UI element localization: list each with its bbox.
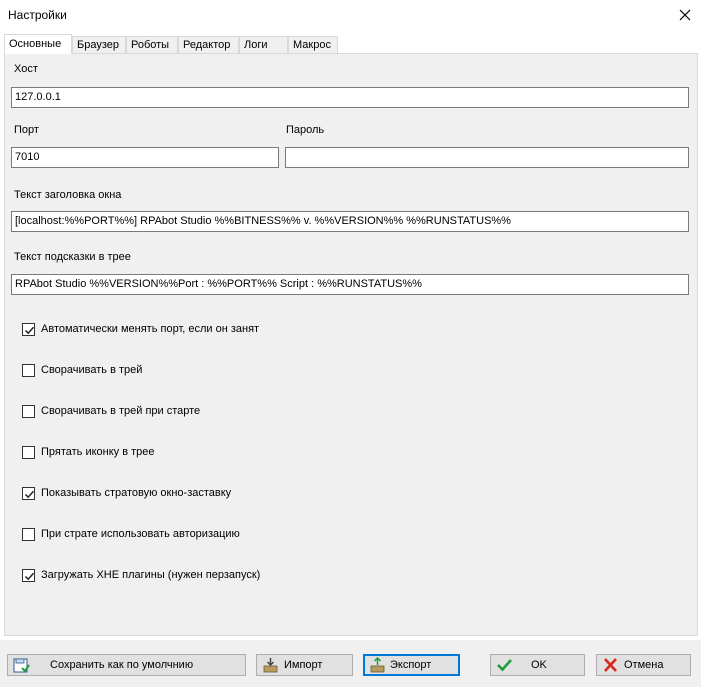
tray-hint-input[interactable]: RPAbot Studio %%VERSION%%Port : %%PORT%%… [11, 274, 689, 295]
window-title-label: Текст заголовка окна [14, 189, 122, 201]
button-label: Сохранить как по умолчнию [50, 659, 194, 671]
button-label: Импорт [284, 659, 323, 671]
checkmark-icon [24, 572, 35, 581]
checkbox-label: Сворачивать в трей [41, 364, 143, 376]
tab-label: Редактор [183, 39, 231, 51]
save-default-icon [13, 658, 30, 673]
check-icon [497, 659, 512, 672]
port-label: Порт [14, 124, 39, 136]
tab-label: Логи [244, 39, 268, 51]
tray-hint-label: Текст подсказки в трее [14, 251, 131, 263]
checkbox-box[interactable] [22, 405, 35, 418]
checkbox-box[interactable] [22, 364, 35, 377]
cancel-icon [604, 658, 617, 672]
checkbox-box[interactable] [22, 569, 35, 582]
checkmark-icon [24, 326, 35, 335]
tab-logs[interactable]: Логи [239, 36, 288, 53]
checkbox-label: Показывать стратовую окно-заставку [41, 487, 232, 499]
checkbox-box[interactable] [22, 487, 35, 500]
checkbox-label: Сворачивать в трей при старте [41, 405, 201, 417]
ok-button[interactable]: OK [490, 654, 585, 676]
checkbox-label: Загружать XHE плагины (нужен перзапуск) [41, 569, 261, 581]
export-icon [370, 657, 385, 673]
checkmark-icon [24, 490, 35, 499]
password-input[interactable] [285, 147, 689, 168]
tab-general[interactable]: Основные [4, 34, 72, 54]
password-label: Пароль [286, 124, 325, 136]
save-as-default-button[interactable]: Сохранить как по умолчнию [7, 654, 246, 676]
tab-panel-general [4, 53, 698, 636]
button-label: OK [531, 659, 547, 671]
tab-strip: Основные Браузер Роботы Редактор Логи Ма… [4, 34, 694, 54]
checkbox-box[interactable] [22, 446, 35, 459]
close-icon [679, 9, 691, 21]
button-label: Отмена [624, 659, 664, 671]
checkbox-box[interactable] [22, 528, 35, 541]
import-icon [263, 658, 278, 673]
close-button[interactable] [672, 4, 698, 26]
checkbox-label: Прятать иконку в трее [41, 446, 155, 458]
tab-editor[interactable]: Редактор [178, 36, 239, 53]
button-label: Экспорт [390, 659, 432, 671]
host-label: Хост [14, 63, 38, 75]
window-title: Настройки [8, 8, 67, 22]
tab-label: Браузер [77, 39, 119, 51]
import-button[interactable]: Импорт [256, 654, 353, 676]
port-input[interactable]: 7010 [11, 147, 279, 168]
tab-browser[interactable]: Браузер [72, 36, 126, 53]
checkbox-box[interactable] [22, 323, 35, 336]
host-input[interactable]: 127.0.0.1 [11, 87, 689, 108]
cancel-button[interactable]: Отмена [596, 654, 691, 676]
window-title-input[interactable]: [localhost:%%PORT%%] RPAbot Studio %%BIT… [11, 211, 689, 232]
checkbox-label: При страте использовать авторизацию [41, 528, 240, 540]
tab-label: Основные [9, 38, 62, 50]
tab-label: Роботы [131, 39, 170, 51]
tab-macro[interactable]: Макрос [288, 36, 338, 53]
title-bar: Настройки [0, 0, 701, 30]
tab-label: Макрос [293, 39, 331, 51]
tab-robots[interactable]: Роботы [126, 36, 178, 53]
export-button[interactable]: Экспорт [363, 654, 460, 676]
checkbox-label: Автоматически менять порт, если он занят [41, 323, 260, 335]
